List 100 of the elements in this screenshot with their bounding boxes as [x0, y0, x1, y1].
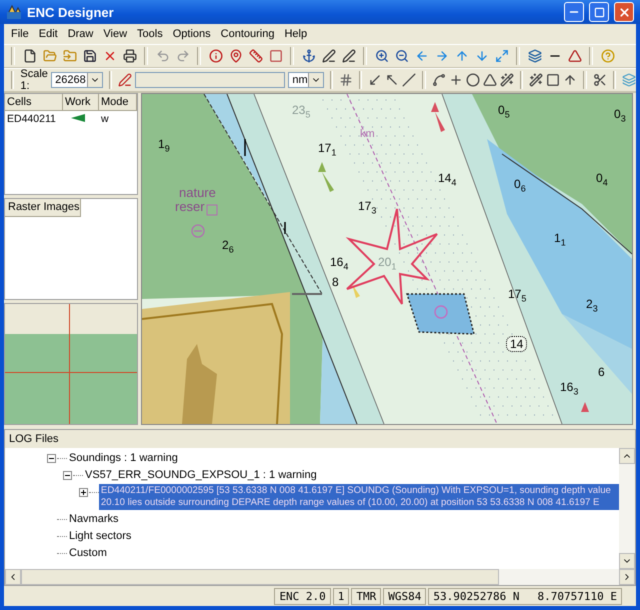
table-cell-text: ED440211 [6, 113, 57, 125]
fit-view-button[interactable] [493, 48, 510, 64]
column-header[interactable]: Cells [5, 94, 63, 111]
maximize-button[interactable] [589, 2, 609, 22]
square-icon [546, 73, 560, 87]
pin-icon [228, 49, 242, 63]
log-tree-item[interactable]: Navmarks [67, 511, 121, 527]
collapse-icon[interactable] [63, 471, 72, 480]
arrow-up-left-icon [385, 73, 400, 87]
zoom-out-button[interactable] [393, 48, 410, 64]
close-icon [618, 6, 630, 18]
menu-item[interactable]: Edit [34, 28, 63, 40]
info-icon [208, 49, 222, 63]
depth-sounding: 17$_{1}$ [318, 142, 336, 158]
pen-button[interactable] [118, 72, 132, 88]
status-field: TMR [351, 588, 382, 604]
wand-icon [529, 73, 544, 87]
maximize-icon [594, 6, 604, 18]
info-button[interactable] [207, 48, 224, 64]
depth-sounding: 17$_{5}$ [508, 288, 526, 304]
menu-item[interactable]: Tools [132, 28, 168, 40]
close-button[interactable] [614, 2, 634, 22]
zoom-out-icon [394, 49, 408, 63]
collapse-icon[interactable] [47, 454, 56, 463]
column-header[interactable]: Mode [99, 94, 137, 111]
scale-label: Scale 1: [20, 68, 48, 92]
curve-button[interactable] [432, 72, 446, 88]
folder-arrow-icon [62, 49, 76, 63]
triangle-icon [482, 73, 497, 87]
circle-icon [466, 73, 480, 87]
triangle-button[interactable] [566, 48, 583, 64]
ruler-icon [248, 49, 262, 63]
printer-button[interactable] [121, 48, 138, 64]
square-icon [268, 49, 282, 63]
layers-button[interactable] [526, 48, 543, 64]
table-cell-text: w [100, 113, 110, 125]
chart-view[interactable]: 23$_{5}$ 1$_{9}$ 17$_{1}$ km 0$_{5}$ 0$_{3}$ 14$_{4}$ 0$_{6}$ 0$_{4}$ nature reser 17$_{3}$ 2$_{6}$ 1$_{1}$ 16$_{4}$ 20$_{1}$ 8 17$_{5}$ 2$_{3}$ 14 6 16$_{3}$ [141, 93, 633, 425]
depth-sounding: 6 [598, 366, 605, 378]
pen-button[interactable] [340, 48, 357, 64]
save-button[interactable] [81, 48, 98, 64]
pen-button[interactable] [320, 48, 337, 64]
wand-button[interactable] [500, 72, 514, 88]
scissors-icon [592, 73, 607, 87]
input-field[interactable] [135, 72, 286, 88]
menu-item[interactable]: File [6, 28, 34, 40]
depth-sounding: 1$_{9}$ [158, 138, 170, 154]
triangle-button[interactable] [482, 72, 497, 88]
zoom-in-button[interactable] [373, 48, 390, 64]
panel-tab[interactable]: Raster Images [5, 199, 81, 217]
expand-icon[interactable] [79, 488, 88, 497]
depth-sounding: 2$_{3}$ [586, 298, 598, 314]
depth-sounding: 0$_{3}$ [614, 108, 626, 124]
slash-button[interactable] [402, 72, 416, 88]
status-field: 1 [332, 588, 350, 604]
grid-icon [339, 73, 353, 87]
depth-sounding: 16$_{4}$ [330, 256, 348, 272]
buoy-icon [431, 102, 445, 132]
minimize-button[interactable] [564, 2, 584, 22]
plus-icon [448, 73, 463, 87]
menu-item[interactable]: Options [168, 28, 216, 40]
square-symbol-icon [206, 204, 218, 216]
scissors-button[interactable] [592, 72, 607, 88]
place-label: reser [175, 200, 205, 213]
depth-sounding: 17$_{3}$ [358, 200, 376, 216]
horizontal-scrollbar[interactable] [5, 569, 635, 585]
curve-icon [432, 73, 446, 87]
column-header[interactable]: Work [63, 94, 99, 111]
fit-view-icon [494, 49, 508, 63]
anchor-button[interactable] [300, 48, 317, 64]
help-icon [600, 49, 614, 63]
log-tree-item[interactable]: ED440211/FE0000002595 [53 53.6338 N 008 41.6197 E] SOUNDG (Sounding) With EXPSOU=1, sounding depth value 20.10 lies outside surrounding DEPARE depth range values of (10.00, 20.00) at position 53 53.6338 N 008 41.6197 E [98, 484, 619, 510]
vertical-scrollbar[interactable] [619, 448, 635, 569]
printer-icon [122, 49, 136, 63]
log-tree-item[interactable]: VS57_ERR_SOUNDG_EXPSOU_1 : 1 warning [83, 467, 319, 483]
circle-button[interactable] [466, 72, 480, 88]
depth-sounding: 14 [506, 336, 528, 352]
grid-button[interactable] [339, 72, 353, 88]
menu-item[interactable]: Draw [62, 28, 98, 40]
jetty-line [292, 293, 322, 295]
panel-title: LOG Files [9, 432, 59, 447]
menu-item[interactable]: Contouring [216, 28, 280, 40]
menu-item[interactable]: Help [279, 28, 312, 40]
square-button[interactable] [546, 72, 560, 88]
units-dropdown[interactable]: nm [288, 72, 324, 88]
undo-icon [156, 49, 170, 63]
depth-sounding: 16$_{3}$ [560, 381, 578, 396]
route-label: km [360, 129, 375, 140]
depth-sounding: 2$_{6}$ [222, 239, 234, 254]
scale-dropdown[interactable]: 26268 [51, 72, 103, 88]
pen-icon [342, 49, 356, 63]
square-button[interactable] [267, 48, 284, 64]
log-tree-item[interactable]: Light sectors [67, 528, 134, 544]
status-field: WGS84 [383, 588, 426, 604]
depth-sounding: 1$_{1}$ [554, 232, 566, 248]
menu-item[interactable]: View [98, 28, 132, 40]
log-tree-item[interactable]: Soundings : 1 warning [67, 450, 180, 466]
place-label: nature [179, 186, 216, 199]
log-tree-item[interactable]: Custom [67, 545, 109, 561]
ruler-button[interactable] [247, 48, 264, 64]
wand-button[interactable] [529, 72, 544, 88]
